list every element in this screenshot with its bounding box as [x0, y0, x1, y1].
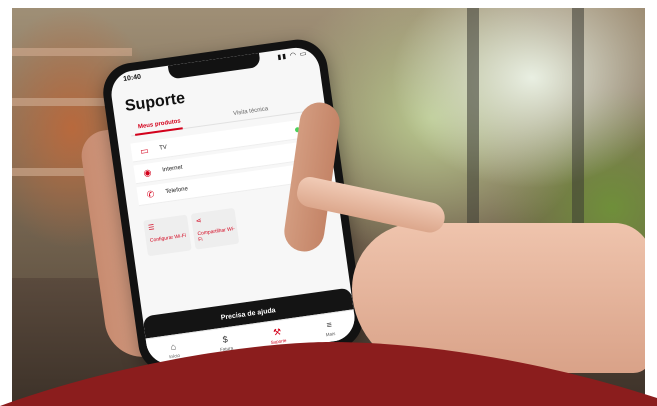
phone-icon: ✆ — [146, 188, 156, 200]
product-label: TV — [158, 144, 168, 152]
phone-notch — [167, 52, 261, 80]
page-title: Suporte — [123, 89, 187, 115]
nav-item-mais[interactable]: ≡ Mais — [309, 317, 351, 339]
product-label: Internet — [161, 164, 183, 174]
configurar-wifi-button[interactable]: ☰ Configurar Wi-Fi — [143, 214, 192, 257]
status-icons: ▮▮ ◠ ▭ — [277, 50, 309, 62]
action-label: Configurar Wi-Fi — [149, 232, 187, 244]
nav-label: Mais — [325, 330, 336, 337]
status-time: 10:40 — [122, 73, 142, 83]
share-icon: ⋖ — [195, 217, 203, 226]
wave-shape — [0, 342, 657, 406]
shelf — [12, 48, 132, 56]
menu-icon: ≡ — [325, 318, 333, 330]
tv-icon: ▭ — [139, 145, 150, 157]
settings-icon: ☰ — [147, 224, 156, 232]
tab-visita-tecnica[interactable]: Visita técnica — [233, 106, 269, 117]
compartilhar-wifi-button[interactable]: ⋖ Compartilhar Wi-Fi — [190, 207, 240, 250]
globe-icon: ◉ — [142, 167, 153, 179]
decorative-wave — [0, 342, 657, 406]
action-label: Compartilhar Wi-Fi — [197, 226, 236, 244]
product-label: Telefone — [165, 186, 189, 196]
wrench-icon: ⚒ — [272, 326, 282, 338]
